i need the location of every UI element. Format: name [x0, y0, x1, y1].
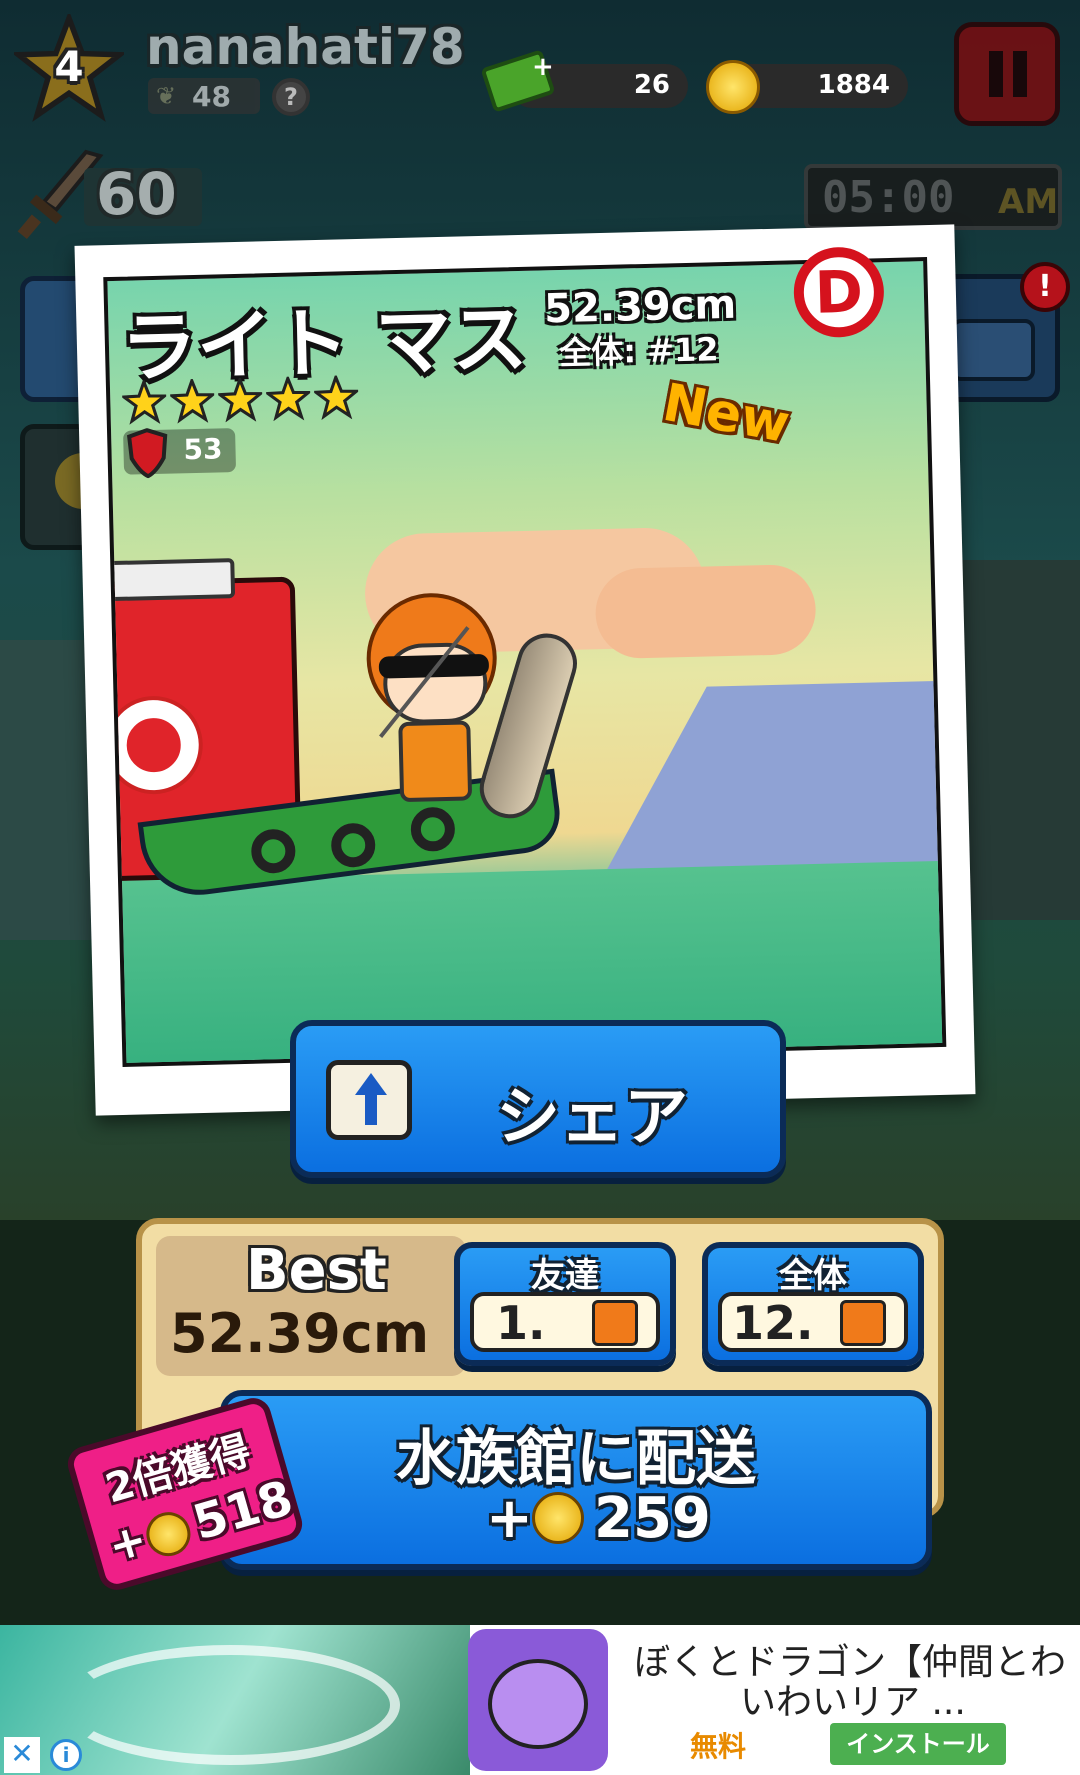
ad-character [488, 1659, 588, 1749]
clock-time: 05:00 [822, 172, 955, 223]
help-button[interactable]: ? [272, 78, 310, 116]
share-label: シェア [496, 1081, 688, 1155]
cloud [594, 563, 817, 660]
best-value: 52.39cm [170, 1302, 430, 1365]
star-icon [263, 374, 313, 422]
avatar [592, 1300, 638, 1346]
shield-icon [127, 428, 168, 479]
catch-photo: ライト マス 52.39cm 全体: #12 53 New [103, 257, 947, 1067]
star-icon [119, 377, 169, 425]
bait-icon: ❦ [156, 82, 177, 110]
power-value: 60 [96, 160, 177, 228]
fish-rank: 全体: #12 [558, 330, 719, 373]
pause-button[interactable] [954, 22, 1060, 126]
star-icon [311, 372, 361, 421]
deliver-label: 水族館に配送 [396, 1424, 756, 1494]
star-icon [215, 375, 265, 423]
deliver-to-aquarium-button[interactable]: 水族館に配送 + 259 [220, 1390, 932, 1570]
friends-label: 友達 [531, 1256, 599, 1296]
double-plus: + [103, 1513, 153, 1573]
share-button[interactable]: シェア [290, 1020, 786, 1178]
friends-rank: 1. [496, 1296, 546, 1350]
overall-rank-button[interactable]: 全体 12. [702, 1242, 924, 1366]
level-number: 4 [54, 42, 84, 91]
clock: 05:00 AM [804, 164, 1062, 230]
cash-count: 26 [633, 70, 670, 100]
ad-app-icon[interactable] [468, 1629, 608, 1771]
overall-rank-box: 12. [718, 1292, 908, 1352]
add-cash-icon[interactable]: + [532, 52, 554, 82]
fisherman-vest [398, 720, 473, 803]
overall-label: 全体 [779, 1256, 847, 1296]
defense-value: 53 [183, 432, 223, 467]
new-label: New [658, 372, 795, 456]
bait-count: 48 [192, 80, 231, 113]
best-label: Best [246, 1238, 387, 1303]
friends-rank-box: 1. [470, 1292, 660, 1352]
avatar [840, 1300, 886, 1346]
coin-count: 1884 [817, 70, 890, 100]
pause-icon [989, 51, 1003, 97]
friends-rank-button[interactable]: 友達 1. [454, 1242, 676, 1366]
alert-badge: ! [1020, 262, 1070, 312]
coin-icon [706, 60, 760, 114]
username: nanahati78 [146, 18, 465, 76]
level-star-icon: 4 [10, 10, 128, 124]
bait-counter: ❦ 48 [148, 78, 260, 114]
rarity-stars [119, 372, 363, 425]
deliver-reward: + 259 [486, 1486, 746, 1556]
catch-photo-card: ライト マス 52.39cm 全体: #12 53 New D [74, 224, 976, 1116]
overall-rank: 12. [732, 1296, 814, 1350]
deliver-plus: + [486, 1486, 533, 1551]
clock-period: AM [998, 182, 1059, 222]
boat-roof [103, 558, 236, 602]
coin-icon [532, 1492, 584, 1544]
defense-badge: 53 [123, 428, 237, 479]
share-icon [326, 1060, 412, 1140]
ad-title-line2: いわいリア ... [740, 1682, 966, 1723]
ad-swirl [60, 1645, 400, 1765]
star-icon [167, 376, 217, 424]
deliver-reward-value: 259 [594, 1486, 711, 1551]
ad-close-icon[interactable]: ✕ [4, 1737, 40, 1773]
ad-price: 無料 [690, 1730, 747, 1763]
treasure-chest-icon [951, 319, 1035, 381]
ad-install-button[interactable]: インストール [830, 1723, 1006, 1765]
ad-info-icon[interactable]: i [50, 1739, 82, 1771]
ad-banner[interactable]: ぼくとドラゴン【仲間とわ いわいリア ... 無料 インストール ✕ i [0, 1625, 1080, 1775]
